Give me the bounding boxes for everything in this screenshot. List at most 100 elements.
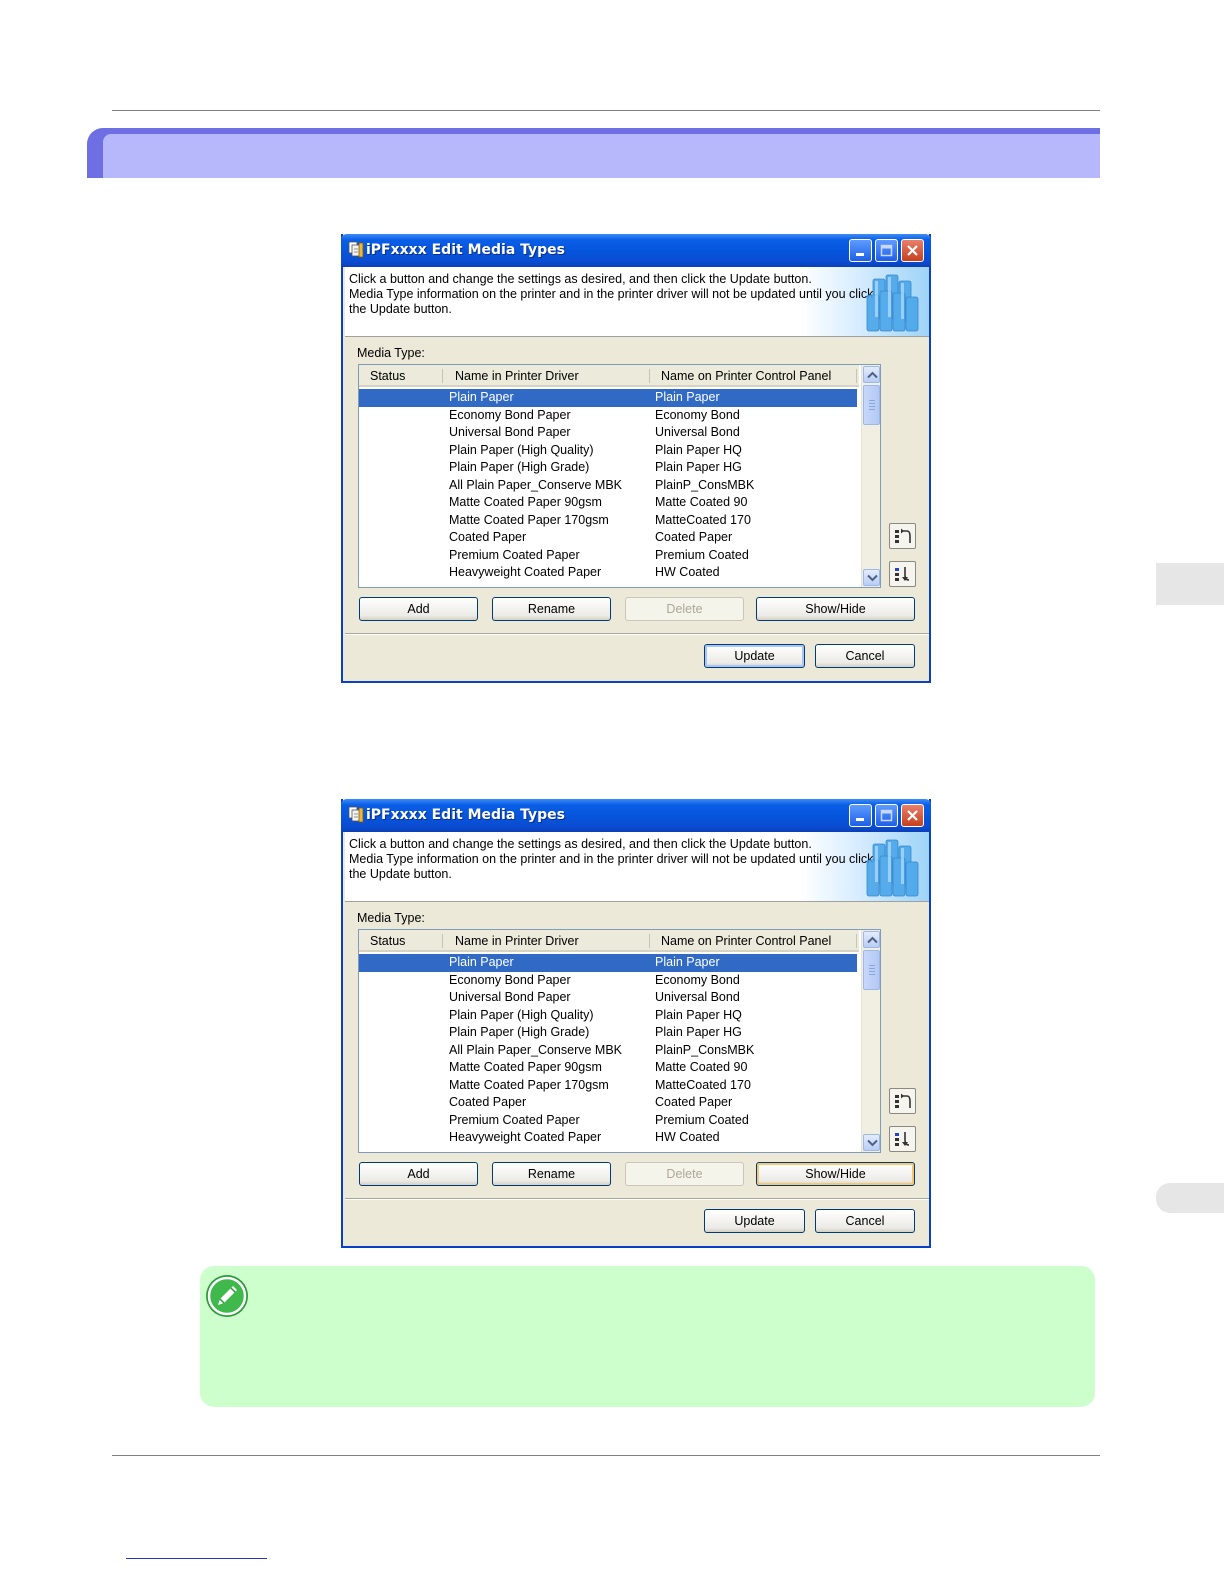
update-button[interactable]: Update <box>704 1209 805 1233</box>
table-row[interactable]: Plain Paper (High Grade) Plain Paper HG <box>359 1024 857 1042</box>
media-type-list[interactable]: Status Name in Printer Driver Name on Pr… <box>358 364 881 588</box>
driver-name-cell: All Plain Paper_Conserve MBK <box>449 1042 622 1057</box>
column-header-driver-name[interactable]: Name in Printer Driver <box>455 369 579 383</box>
panel-name-cell: Plain Paper HG <box>655 1025 742 1039</box>
table-row[interactable]: Plain Paper (High Quality) Plain Paper HQ <box>359 1007 857 1025</box>
close-button[interactable] <box>901 239 924 262</box>
table-row[interactable]: Matte Coated Paper 90gsm Matte Coated 90 <box>359 494 857 512</box>
table-row[interactable]: Universal Bond Paper Universal Bond <box>359 424 857 442</box>
panel-name-cell: Premium Coated <box>655 547 749 562</box>
table-row[interactable]: Coated Paper Coated Paper <box>359 529 857 547</box>
dialog-title: iPFxxxx Edit Media Types <box>366 807 566 823</box>
panel-name-cell: HW Coated <box>655 1130 720 1144</box>
panel-name-cell: Premium Coated <box>655 1112 749 1127</box>
instructions-line: Click a button and change the settings a… <box>349 272 812 286</box>
panel-name-cell: Universal Bond <box>655 990 740 1004</box>
table-row[interactable]: Coated Paper Coated Paper <box>359 1094 857 1112</box>
driver-name-cell: Coated Paper <box>449 1095 527 1109</box>
panel-name-cell: PlainP_ConsMBK <box>655 1042 755 1057</box>
driver-name-cell: Plain Paper (High Quality) <box>449 442 594 457</box>
minimize-button[interactable] <box>849 804 872 827</box>
scroll-down-button[interactable] <box>863 1134 880 1151</box>
dialog-titlebar[interactable]: iPFxxxx Edit Media Types <box>341 799 931 832</box>
delete-button[interactable]: Delete <box>625 597 744 621</box>
table-row[interactable]: Matte Coated Paper 90gsm Matte Coated 90 <box>359 1059 857 1077</box>
close-icon <box>907 810 918 821</box>
scroll-down-button[interactable] <box>863 569 880 586</box>
section-heading-band <box>87 128 1100 178</box>
driver-name-cell: Coated Paper <box>449 530 527 544</box>
cancel-button[interactable]: Cancel <box>815 1209 915 1233</box>
driver-name-cell: Universal Bond Paper <box>449 990 571 1004</box>
instructions-line: the Update button. <box>349 867 452 881</box>
show-hide-button[interactable]: Show/Hide <box>756 597 915 621</box>
list-scrollbar[interactable] <box>861 930 880 1152</box>
table-row[interactable]: Plain Paper Plain Paper <box>359 954 857 972</box>
show-hide-button[interactable]: Show/Hide <box>756 1162 915 1186</box>
minimize-icon <box>856 253 864 256</box>
edit-media-types-dialog: iPFxxxx Edit Media Types Click a button … <box>341 234 931 683</box>
column-header-status[interactable]: Status <box>370 369 405 383</box>
minimize-button[interactable] <box>849 239 872 262</box>
driver-name-cell: Matte Coated Paper 90gsm <box>449 495 602 509</box>
maximize-button[interactable] <box>875 804 898 827</box>
table-row[interactable]: Universal Bond Paper Universal Bond <box>359 989 857 1007</box>
move-down-button[interactable] <box>889 561 916 587</box>
column-header-panel-name[interactable]: Name on Printer Control Panel <box>661 934 831 948</box>
delete-button[interactable]: Delete <box>625 1162 744 1186</box>
driver-name-cell: Universal Bond Paper <box>449 425 571 439</box>
panel-name-cell: PlainP_ConsMBK <box>655 477 755 492</box>
header-rule <box>112 110 1100 111</box>
table-row[interactable]: Economy Bond Paper Economy Bond <box>359 407 857 425</box>
table-row[interactable]: Plain Paper (High Grade) Plain Paper HG <box>359 459 857 477</box>
paper-stack-icon <box>866 839 919 897</box>
panel-name-cell: Plain Paper <box>655 955 720 969</box>
column-header-panel-name[interactable]: Name on Printer Control Panel <box>661 369 831 383</box>
rename-button[interactable]: Rename <box>492 597 611 621</box>
scroll-up-button[interactable] <box>863 366 880 383</box>
media-type-list[interactable]: Status Name in Printer Driver Name on Pr… <box>358 929 881 1153</box>
table-row[interactable]: Heavyweight Coated Paper HW Coated <box>359 1129 857 1147</box>
cancel-button[interactable]: Cancel <box>815 644 915 668</box>
panel-name-cell: Plain Paper HG <box>655 460 742 474</box>
note-pencil-icon <box>206 1275 248 1317</box>
table-row[interactable]: Plain Paper Plain Paper <box>359 389 857 407</box>
table-row[interactable]: Economy Bond Paper Economy Bond <box>359 972 857 990</box>
dialog-divider <box>345 1198 929 1200</box>
table-row[interactable]: Premium Coated Paper Premium Coated <box>359 547 857 565</box>
column-header-driver-name[interactable]: Name in Printer Driver <box>455 934 579 948</box>
table-row[interactable]: All Plain Paper_Conserve MBK PlainP_ConsM… <box>359 1042 857 1060</box>
panel-name-cell: Plain Paper HQ <box>655 442 742 457</box>
move-down-button[interactable] <box>889 1126 916 1152</box>
instructions-line: Media Type information on the printer an… <box>349 852 874 866</box>
panel-name-cell: Universal Bond <box>655 425 740 439</box>
move-up-button[interactable] <box>889 523 916 549</box>
table-row[interactable]: Matte Coated Paper 170gsm MatteCoated 170 <box>359 512 857 530</box>
printer-media-icon <box>348 241 364 258</box>
scroll-thumb[interactable] <box>863 385 880 425</box>
list-scrollbar[interactable] <box>861 365 880 587</box>
scroll-up-button[interactable] <box>863 931 880 948</box>
chapter-side-tab <box>1156 563 1224 605</box>
close-button[interactable] <box>901 804 924 827</box>
column-header-status[interactable]: Status <box>370 934 405 948</box>
add-button[interactable]: Add <box>359 1162 478 1186</box>
table-row[interactable]: Premium Coated Paper Premium Coated <box>359 1112 857 1130</box>
table-row[interactable]: Matte Coated Paper 170gsm MatteCoated 170 <box>359 1077 857 1095</box>
move-down-icon <box>895 567 910 581</box>
move-up-button[interactable] <box>889 1088 916 1114</box>
table-row[interactable]: Plain Paper (High Quality) Plain Paper HQ <box>359 442 857 460</box>
maximize-button[interactable] <box>875 239 898 262</box>
driver-name-cell: Premium Coated Paper <box>449 1112 580 1127</box>
driver-name-cell: Economy Bond Paper <box>449 972 571 987</box>
rename-button[interactable]: Rename <box>492 1162 611 1186</box>
media-type-label: Media Type: <box>357 346 425 360</box>
add-button[interactable]: Add <box>359 597 478 621</box>
update-button[interactable]: Update <box>704 644 805 668</box>
scroll-thumb[interactable] <box>863 950 880 990</box>
dialog-titlebar[interactable]: iPFxxxx Edit Media Types <box>341 234 931 267</box>
panel-name-cell: Plain Paper <box>655 390 720 404</box>
table-row[interactable]: All Plain Paper_Conserve MBK PlainP_ConsM… <box>359 477 857 495</box>
table-row[interactable]: Heavyweight Coated Paper HW Coated <box>359 564 857 582</box>
panel-name-cell: MatteCoated 170 <box>655 1077 751 1092</box>
